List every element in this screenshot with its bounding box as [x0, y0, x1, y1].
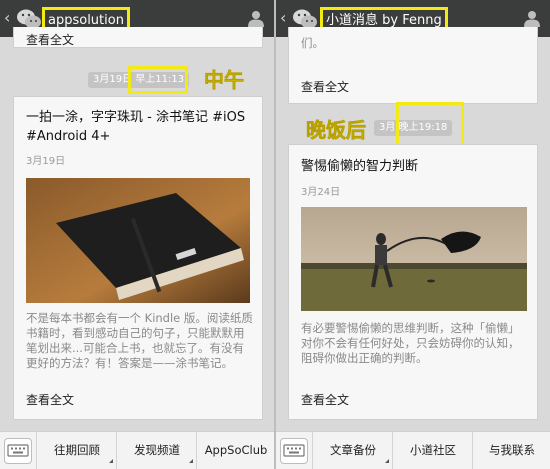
article-summary: 有必要警惕偷懒的思维判断，这种「偷懒」对你不会有任何好处，只会妨碍你的认知，阻碍…: [301, 321, 520, 365]
previous-article-card[interactable]: 们。 查看全文: [288, 27, 538, 104]
menu-item-3[interactable]: 与我联系: [472, 432, 550, 469]
keyboard-icon[interactable]: [4, 438, 32, 464]
menu-item-2[interactable]: 发现频道: [116, 432, 197, 469]
left-chat-pane: ‹ appsolution 查看全文 3月19日 早上11:13 中午 一拍一涂…: [0, 0, 274, 469]
article-cover-image: [301, 207, 527, 311]
article-card[interactable]: 警惕偷懒的智力判断 3月24日 有必要警惕偷懒的思维判断，这种「偷懒」对你不会有…: [288, 144, 538, 420]
read-more-link[interactable]: 查看全文: [26, 31, 74, 48]
article-summary: 不是每本书都会有一个 Kindle 版。阅读纸质书籍时，看到感动自己的句子，只能…: [26, 311, 253, 370]
time-highlight-box: [128, 66, 188, 94]
article-cover-image: [26, 178, 250, 303]
article-date: 3月19日: [26, 156, 66, 167]
person-icon[interactable]: [524, 10, 540, 27]
article-date: 3月24日: [301, 187, 341, 198]
back-arrow-icon[interactable]: ‹: [4, 8, 10, 28]
menu-item-1[interactable]: 往期回顾: [36, 432, 117, 469]
keyboard-icon[interactable]: [280, 438, 308, 464]
time-highlight-box: [396, 102, 464, 148]
timestamp-date: 3月: [379, 122, 396, 133]
person-icon[interactable]: [248, 10, 264, 27]
timestamp-date: 3月19日: [93, 74, 133, 85]
previous-article-snippet: 们。: [301, 36, 324, 50]
previous-article-card[interactable]: 查看全文: [13, 27, 263, 48]
article-title: 警惕偷懒的智力判断: [301, 159, 419, 174]
annotation-label: 中午: [204, 68, 245, 93]
back-arrow-icon[interactable]: ‹: [280, 8, 286, 28]
annotation-label: 晚饭后: [306, 118, 367, 143]
menu-item-2[interactable]: 小道社区: [392, 432, 473, 469]
read-more-link[interactable]: 查看全文: [26, 391, 74, 408]
menu-item-3[interactable]: AppSoClub: [196, 432, 274, 469]
article-card[interactable]: 一拍一涂，字字珠玑 - 涂书笔记 #iOS #Android 4+ 3月19日 …: [13, 96, 263, 420]
read-more-link[interactable]: 查看全文: [301, 78, 349, 95]
bottom-menu-bar: 文章备份 小道社区 与我联系: [276, 431, 550, 469]
menu-item-1[interactable]: 文章备份: [312, 432, 393, 469]
bottom-menu-bar: 往期回顾 发现频道 AppSoClub: [0, 431, 274, 469]
right-chat-pane: ‹ 小道消息 by Fenng 们。 查看全文 晚饭后 3月 晚上19:18 警…: [276, 0, 550, 469]
read-more-link[interactable]: 查看全文: [301, 391, 349, 408]
article-title: 一拍一涂，字字珠玑 - 涂书笔记 #iOS #Android 4+: [26, 110, 246, 144]
